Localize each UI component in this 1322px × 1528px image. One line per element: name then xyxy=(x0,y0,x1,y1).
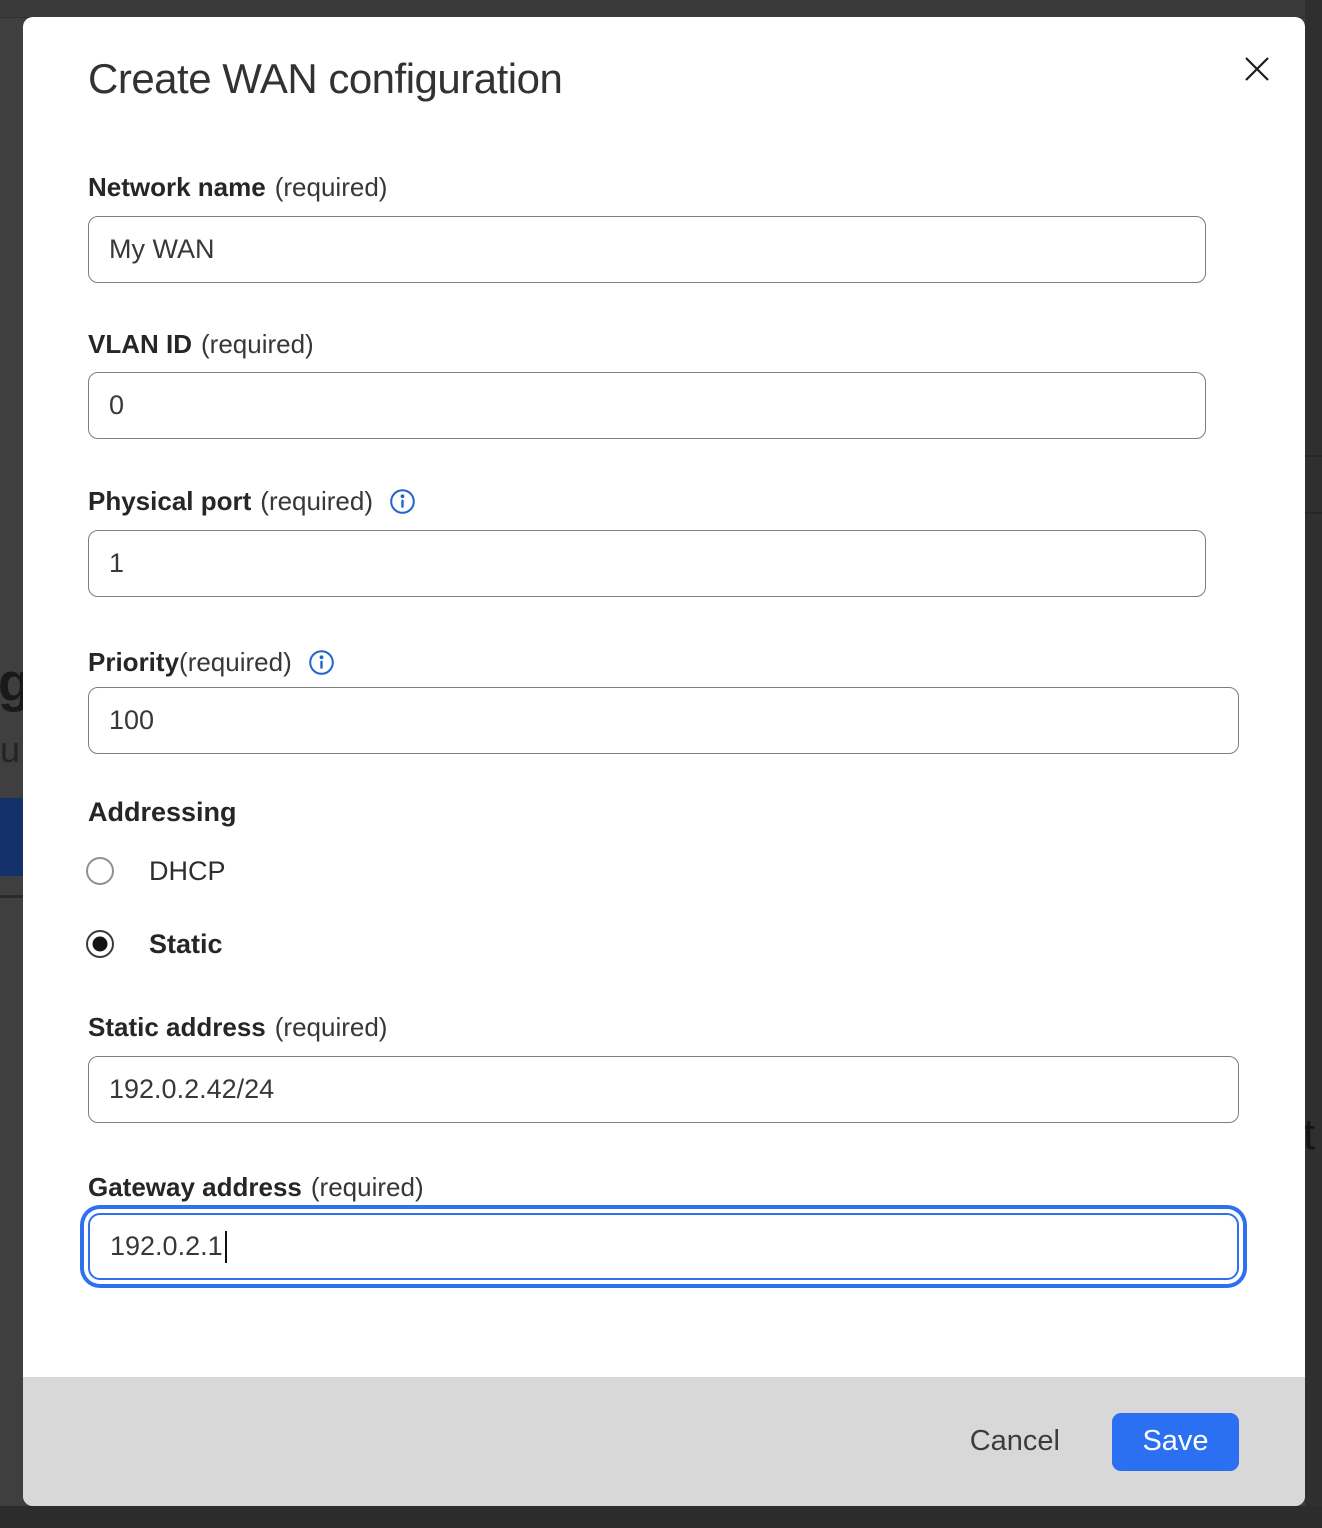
required-hint: (required) xyxy=(275,172,388,203)
radio-static[interactable] xyxy=(86,930,114,958)
field-label: Static address xyxy=(88,1012,266,1043)
backdrop-divider xyxy=(1305,512,1322,514)
field-label: Network name xyxy=(88,172,266,203)
vlan-id-input[interactable] xyxy=(88,372,1206,439)
info-icon[interactable] xyxy=(389,488,416,515)
radio-option-static[interactable]: Static xyxy=(86,927,223,961)
dialog-title: Create WAN configuration xyxy=(88,55,562,103)
save-button[interactable]: Save xyxy=(1112,1413,1239,1471)
priority-input[interactable] xyxy=(88,687,1239,754)
backdrop-divider xyxy=(0,895,23,898)
gateway-address-value: 192.0.2.1 xyxy=(110,1231,223,1262)
field-label: Priority xyxy=(88,647,179,678)
required-hint: (required) xyxy=(311,1172,424,1203)
info-icon[interactable] xyxy=(308,649,335,676)
backdrop-top-strip xyxy=(0,0,1322,18)
network-name-input[interactable] xyxy=(88,216,1206,283)
gateway-address-input[interactable]: 192.0.2.1 xyxy=(88,1213,1239,1280)
required-hint: (required) xyxy=(179,647,292,678)
required-hint: (required) xyxy=(275,1012,388,1043)
vlan-id-label: VLAN ID (required) xyxy=(88,327,314,361)
field-label: Gateway address xyxy=(88,1172,302,1203)
close-button[interactable] xyxy=(1237,49,1277,89)
required-hint: (required) xyxy=(260,486,373,517)
required-hint: (required) xyxy=(201,329,314,360)
physical-port-input[interactable] xyxy=(88,530,1206,597)
static-address-input[interactable] xyxy=(88,1056,1239,1123)
field-label: Physical port xyxy=(88,486,251,517)
radio-dhcp[interactable] xyxy=(86,857,114,885)
radio-dhcp-label: DHCP xyxy=(149,856,226,887)
priority-label: Priority (required) xyxy=(88,645,335,679)
field-label: VLAN ID xyxy=(88,329,192,360)
static-address-label: Static address (required) xyxy=(88,1010,387,1044)
radio-static-label: Static xyxy=(149,929,223,960)
cancel-button[interactable]: Cancel xyxy=(966,1417,1064,1466)
create-wan-dialog: Create WAN configuration Network name (r… xyxy=(23,17,1305,1506)
close-icon xyxy=(1242,54,1272,84)
gateway-address-label: Gateway address (required) xyxy=(88,1170,424,1204)
backdrop-fragment: u xyxy=(0,729,20,771)
addressing-heading: Addressing xyxy=(88,797,237,828)
physical-port-label: Physical port (required) xyxy=(88,484,416,518)
text-caret xyxy=(225,1231,228,1263)
backdrop-divider xyxy=(1305,455,1322,457)
network-name-label: Network name (required) xyxy=(88,170,387,204)
backdrop-bottom-strip xyxy=(0,1506,1322,1528)
dialog-footer: Cancel Save xyxy=(23,1377,1305,1506)
radio-option-dhcp[interactable]: DHCP xyxy=(86,854,226,888)
